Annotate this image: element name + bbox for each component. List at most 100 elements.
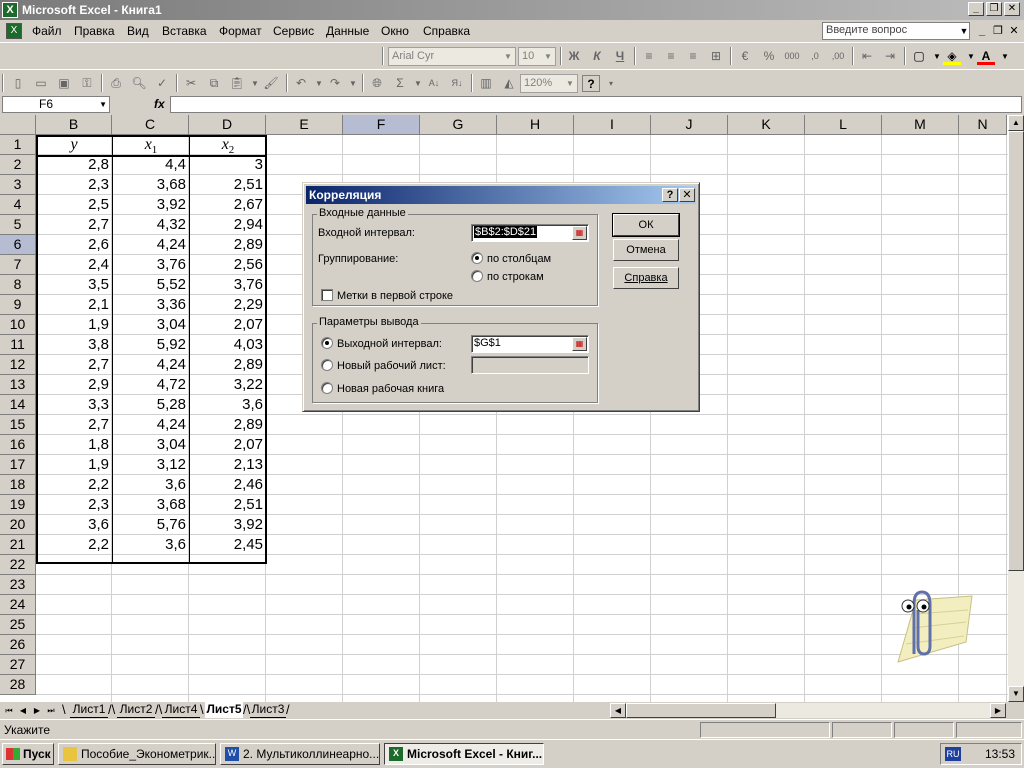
cut-icon[interactable]: ✂ [182,75,200,92]
tab-sheet2[interactable]: Лист2 [117,702,155,718]
tab-sheet5[interactable]: Лист5 [205,702,243,718]
cell-d19[interactable]: 2,51 [189,495,266,515]
output-range-field[interactable]: $G$1 ▦ [471,335,589,353]
taskbar-item-folder[interactable]: Пособие_Эконометрик... [58,743,216,765]
cell-b13[interactable]: 2,9 [36,375,112,395]
cell-d18[interactable]: 2,46 [189,475,266,495]
cell-c6[interactable]: 4,24 [112,235,189,255]
group-by-rows-label[interactable]: по строкам [487,271,544,283]
restore-button[interactable]: ❐ [986,2,1002,16]
close-button[interactable]: ✕ [1004,2,1020,16]
cell-c16[interactable]: 3,04 [112,435,189,455]
row-header-28[interactable]: 28 [0,675,36,695]
row-header-19[interactable]: 19 [0,495,36,515]
row-header-16[interactable]: 16 [0,435,36,455]
cell-b4[interactable]: 2,5 [36,195,112,215]
next-sheet-icon[interactable]: ▶ [31,704,43,717]
input-range-field[interactable]: $B$2:$D$21 ▦ [471,224,589,242]
name-box[interactable]: F6 ▼ [2,96,110,113]
zoom-select[interactable]: 120% ▼ [520,74,578,93]
vertical-scrollbar[interactable]: ▲ ▼ [1008,115,1024,702]
cell-d2[interactable]: 3 [189,155,266,175]
column-header-j[interactable]: J [651,115,728,135]
cell-c15[interactable]: 4,24 [112,415,189,435]
cell-d7[interactable]: 2,56 [189,255,266,275]
copy-icon[interactable]: ⧉ [205,75,223,92]
group-by-columns-radio[interactable] [471,252,483,264]
help-icon[interactable]: ? [582,75,600,92]
align-center-icon[interactable]: ≡ [662,48,680,65]
font-size-select[interactable]: 10 ▼ [518,47,556,66]
language-indicator[interactable]: RU [945,747,961,761]
header-cell-y[interactable]: y [36,135,112,155]
column-header-c[interactable]: C [112,115,189,135]
cell-b6[interactable]: 2,6 [36,235,112,255]
cell-c3[interactable]: 3,68 [112,175,189,195]
tab-sheet1[interactable]: Лист1 [70,702,108,718]
cell-c7[interactable]: 3,76 [112,255,189,275]
cell-c9[interactable]: 3,36 [112,295,189,315]
row-header-15[interactable]: 15 [0,415,36,435]
cell-b21[interactable]: 2,2 [36,535,112,555]
doc-close-button[interactable]: ✕ [1006,24,1022,38]
column-header-h[interactable]: H [497,115,574,135]
cell-d5[interactable]: 2,94 [189,215,266,235]
office-assistant-icon[interactable] [876,584,974,664]
cell-b9[interactable]: 2,1 [36,295,112,315]
cell-d16[interactable]: 2,07 [189,435,266,455]
row-header-20[interactable]: 20 [0,515,36,535]
collapse-dialog-icon[interactable]: ▦ [572,226,587,240]
scroll-left-icon[interactable]: ◀ [610,703,626,718]
redo-icon[interactable]: ↷ [326,75,344,92]
sort-ascending-icon[interactable]: А↓ [425,75,443,92]
spelling-icon[interactable]: ✓ [153,75,171,92]
column-header-i[interactable]: I [574,115,651,135]
new-sheet-name-field[interactable] [471,356,589,374]
scroll-up-icon[interactable]: ▲ [1008,115,1024,131]
cell-c13[interactable]: 4,72 [112,375,189,395]
column-header-f[interactable]: F [343,115,420,135]
excel-app-icon[interactable]: X [2,2,18,18]
column-header-d[interactable]: D [189,115,266,135]
cell-d20[interactable]: 3,92 [189,515,266,535]
decrease-indent-icon[interactable]: ⇤ [858,48,876,65]
labels-first-row-label[interactable]: Метки в первой строке [337,290,453,302]
print-preview-icon[interactable]: 🔍︎ [130,75,148,92]
cell-d14[interactable]: 3,6 [189,395,266,415]
cell-c4[interactable]: 3,92 [112,195,189,215]
row-header-27[interactable]: 27 [0,655,36,675]
currency-icon[interactable]: € [736,48,754,65]
hyperlink-icon[interactable]: 🌐︎ [368,75,386,92]
open-folder-icon[interactable]: ▭ [32,75,50,92]
dialog-title-bar[interactable]: Корреляция ? ✕ [306,186,696,204]
output-range-radio[interactable] [321,337,333,349]
header-cell-x1[interactable]: x1 [113,135,189,156]
cell-b17[interactable]: 1,9 [36,455,112,475]
cell-d8[interactable]: 3,76 [189,275,266,295]
row-header-11[interactable]: 11 [0,335,36,355]
chevron-down-icon[interactable]: ▼ [344,75,362,92]
cell-d11[interactable]: 4,03 [189,335,266,355]
row-header-1[interactable]: 1 [0,135,36,155]
column-header-k[interactable]: K [728,115,805,135]
minimize-button[interactable]: _ [968,2,984,16]
menu-view[interactable]: Вид [127,24,149,38]
row-header-2[interactable]: 2 [0,155,36,175]
save-icon[interactable]: ▣ [55,75,73,92]
help-dropdown-arrow-icon[interactable]: ▼ [958,23,970,39]
menu-file[interactable]: Файл [32,24,62,38]
drawing-icon[interactable]: ◭ [500,75,518,92]
borders-icon[interactable]: ▢ [910,48,928,65]
cell-d13[interactable]: 3,22 [189,375,266,395]
horizontal-scroll-thumb[interactable] [626,703,776,718]
row-header-10[interactable]: 10 [0,315,36,335]
first-sheet-icon[interactable]: ⏮ [3,704,15,717]
horizontal-scrollbar[interactable]: ◀ ▶ [610,703,1006,718]
cell-b14[interactable]: 3,3 [36,395,112,415]
header-cell-x2[interactable]: x2 [190,135,266,156]
row-header-24[interactable]: 24 [0,595,36,615]
cell-c21[interactable]: 3,6 [112,535,189,555]
increase-indent-icon[interactable]: ⇥ [881,48,899,65]
comma-style-icon[interactable]: 000 [783,48,801,65]
menu-tools[interactable]: Сервис [273,24,314,38]
